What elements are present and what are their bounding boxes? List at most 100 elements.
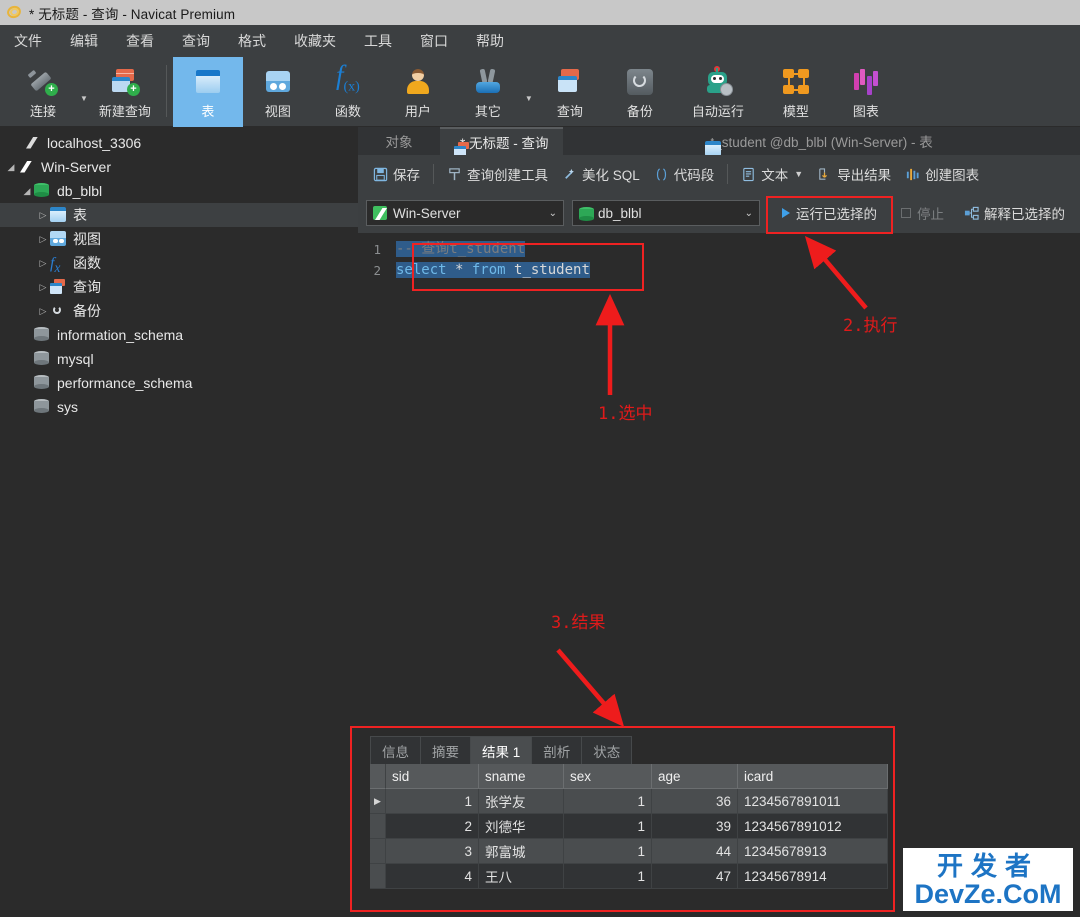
tree-label: information_schema xyxy=(57,327,184,343)
query-builder-label: 查询创建工具 xyxy=(467,168,548,183)
menu-item-view[interactable]: 查看 xyxy=(112,25,168,57)
tree-item-mysql[interactable]: mysql xyxy=(0,347,358,371)
toolbar-button-user[interactable]: 用户 xyxy=(383,57,453,127)
export-result-label: 导出结果 xyxy=(837,168,892,183)
plug-plus-icon: + xyxy=(27,65,58,99)
tree-item-tables[interactable]: ▷ 表 xyxy=(0,203,358,227)
tree-item-db-blbl[interactable]: ◢ db_blbl xyxy=(0,179,358,203)
toolbar-button-backup[interactable]: 备份 xyxy=(605,57,675,127)
query-builder-button[interactable]: 查询创建工具 xyxy=(440,155,555,193)
database-select[interactable]: db_blbl ⌄ xyxy=(572,200,760,226)
annotation-step-3: 3.结果 xyxy=(551,613,606,633)
twisty-collapsed-icon[interactable]: ▷ xyxy=(36,258,50,269)
navicat-logo-icon xyxy=(5,4,23,21)
tab-t-student-table[interactable]: t_student @db_blbl (Win-Server) - 表 xyxy=(690,127,947,156)
text-mode-button[interactable]: 文本 ▼ xyxy=(734,155,810,193)
server-select[interactable]: Win-Server ⌄ xyxy=(366,200,564,226)
chevron-down-icon-connection[interactable]: ▼ xyxy=(80,80,88,103)
explain-selected-button[interactable]: 解释已选择的 xyxy=(956,198,1073,228)
tree-item-sys[interactable]: sys xyxy=(0,395,358,419)
create-chart-button[interactable]: 创建图表 xyxy=(898,155,986,193)
document-tab-bar: 对象 * 无标题 - 查询 t_student @db_blbl (Win-Se… xyxy=(358,127,1080,157)
toolbar-button-query[interactable]: 查询 xyxy=(535,57,605,127)
snippet-button[interactable]: 代码段 xyxy=(647,155,722,193)
tree-item-views[interactable]: ▷ 视图 xyxy=(0,227,358,251)
menu-item-query[interactable]: 查询 xyxy=(168,25,224,57)
connection-green-icon xyxy=(18,159,35,176)
chevron-down-icon-database[interactable]: ⌄ xyxy=(745,208,753,219)
menu-item-window[interactable]: 窗口 xyxy=(406,25,462,57)
text-mode-label: 文本 xyxy=(761,168,789,183)
database-gray-icon xyxy=(34,326,51,344)
menu-item-help[interactable]: 帮助 xyxy=(462,25,518,57)
toolbar-button-view[interactable]: 视图 xyxy=(243,57,313,127)
twisty-collapsed-icon[interactable]: ▷ xyxy=(36,210,50,221)
toolbar-button-table[interactable]: 表 xyxy=(172,57,243,127)
tree-item-functions[interactable]: ▷ fx 函数 xyxy=(0,251,358,275)
beautify-sql-button[interactable]: 美化 SQL xyxy=(555,155,647,193)
chevron-down-icon-server[interactable]: ⌄ xyxy=(549,208,557,219)
toolbar-button-new-query[interactable]: + 新建查询 xyxy=(90,57,160,127)
twisty-expanded-icon[interactable]: ◢ xyxy=(4,162,18,173)
save-button[interactable]: 保存 xyxy=(366,155,427,193)
twisty-collapsed-icon[interactable]: ▷ xyxy=(36,306,50,317)
save-disk-icon xyxy=(373,167,388,182)
export-result-button[interactable]: 导出结果 xyxy=(810,155,898,193)
twisty-expanded-icon[interactable]: ◢ xyxy=(20,186,34,197)
title-bar: * 无标题 - 查询 - Navicat Premium xyxy=(0,0,1080,25)
menu-item-favorites[interactable]: 收藏夹 xyxy=(280,25,350,57)
main-toolbar: + 连接 ▼ + 新建查询 表 视图 f(x) 函数 用户 其它 ▼ 查询 备份… xyxy=(0,57,1080,127)
menu-item-format[interactable]: 格式 xyxy=(224,25,280,57)
menu-item-edit[interactable]: 编辑 xyxy=(56,25,112,57)
database-select-value: db_blbl xyxy=(598,205,642,221)
menu-item-file[interactable]: 文件 xyxy=(0,25,56,57)
function-fx-icon: f(x) xyxy=(336,60,360,95)
toolbar-label-query: 查询 xyxy=(556,103,583,119)
beautify-sql-label: 美化 SQL xyxy=(582,168,640,183)
model-icon xyxy=(782,65,810,99)
query-toolbar: 保存 查询创建工具 美化 SQL 代码段 文本 ▼ 导出结果 创建图表 xyxy=(358,155,1080,193)
window-title: * 无标题 - 查询 - Navicat Premium xyxy=(29,6,236,22)
twisty-collapsed-icon[interactable]: ▷ xyxy=(36,282,50,293)
tab-untitled-query[interactable]: * 无标题 - 查询 xyxy=(440,127,563,157)
tree-label: performance_schema xyxy=(57,375,193,391)
menu-item-tools[interactable]: 工具 xyxy=(350,25,406,57)
explain-selected-label: 解释已选择的 xyxy=(984,207,1065,222)
connection-green-icon xyxy=(373,206,387,220)
tree-item-win-server[interactable]: ◢ Win-Server xyxy=(0,155,358,179)
stop-button[interactable]: 停止 xyxy=(893,198,952,228)
toolbar-button-other[interactable]: 其它 xyxy=(453,57,523,127)
toolbar-label-other: 其它 xyxy=(474,103,501,119)
tree-label: 表 xyxy=(73,207,87,223)
tree-item-localhost-3306[interactable]: localhost_3306 xyxy=(0,131,358,155)
twisty-collapsed-icon[interactable]: ▷ xyxy=(36,234,50,245)
toolbar-button-connection[interactable]: + 连接 xyxy=(8,57,78,127)
navicat-window: * 无标题 - 查询 - Navicat Premium 文件 编辑 查看 查询… xyxy=(0,0,1080,917)
chevron-down-icon-other[interactable]: ▼ xyxy=(525,80,533,103)
tree-item-queries[interactable]: ▷ 查询 xyxy=(0,275,358,299)
highlight-box-selected-sql xyxy=(412,243,644,291)
query-builder-icon xyxy=(447,167,462,182)
chart-icon xyxy=(852,65,880,99)
tree-label: 函数 xyxy=(73,255,101,271)
database-green-icon xyxy=(579,206,594,221)
tree-item-backups[interactable]: ▷ 备份 xyxy=(0,299,358,323)
tree-item-performance-schema[interactable]: performance_schema xyxy=(0,371,358,395)
toolbar-button-model[interactable]: 模型 xyxy=(761,57,831,127)
tab-label: * 无标题 - 查询 xyxy=(460,136,549,151)
watermark-line-1: 开发者 xyxy=(936,850,1039,881)
object-tree-sidebar[interactable]: localhost_3306 ◢ Win-Server ◢ db_blbl ▷ … xyxy=(0,127,358,917)
stop-label: 停止 xyxy=(917,207,944,222)
toolbar-label-connection: 连接 xyxy=(29,103,56,119)
tree-label: Win-Server xyxy=(41,159,112,175)
tree-item-information-schema[interactable]: information_schema xyxy=(0,323,358,347)
toolbar-label-chart: 图表 xyxy=(852,103,879,119)
toolbar-button-chart[interactable]: 图表 xyxy=(831,57,901,127)
tab-objects[interactable]: 对象 xyxy=(358,127,440,155)
chevron-down-icon-text[interactable]: ▼ xyxy=(794,169,803,179)
toolbar-button-automation[interactable]: 自动运行 xyxy=(675,57,761,127)
tree-label: db_blbl xyxy=(57,183,103,199)
toolbar-button-function[interactable]: f(x) 函数 xyxy=(313,57,383,127)
line-number: 2 xyxy=(373,263,381,278)
backup-icon xyxy=(50,303,67,320)
